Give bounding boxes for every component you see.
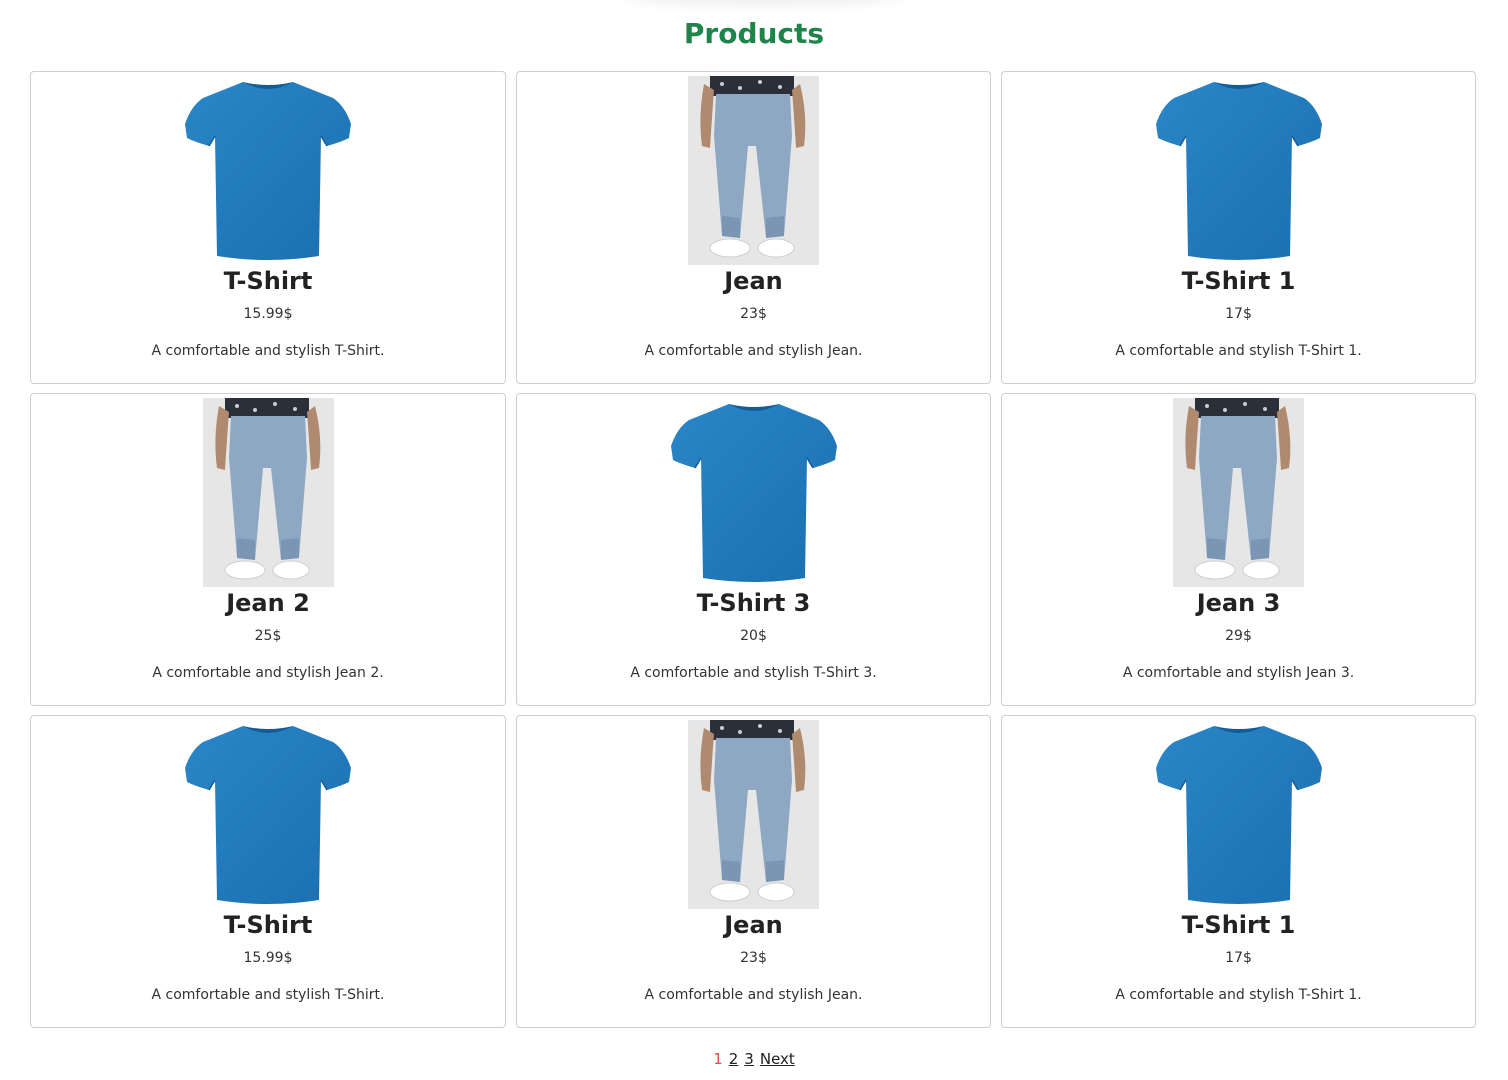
product-price: 15.99$ xyxy=(243,950,293,966)
product-name[interactable]: T-Shirt 1 xyxy=(1002,265,1475,297)
product-image[interactable] xyxy=(517,76,990,265)
product-image[interactable] xyxy=(517,720,990,909)
product-name[interactable]: Jean 3 xyxy=(1002,587,1475,619)
product-card[interactable]: T-Shirt 1 17$ A comfortable and stylish T-… xyxy=(1001,715,1476,1028)
product-description: A comfortable and stylish T-Shirt. xyxy=(151,343,385,359)
product-image[interactable] xyxy=(31,398,505,587)
product-description: A comfortable and stylish T-Shirt 1. xyxy=(1115,987,1362,1003)
product-image[interactable] xyxy=(31,720,505,909)
product-grid: T-Shirt 15.99$ A comfortable and stylish T… xyxy=(30,71,1476,1028)
product-card[interactable]: T-Shirt 3 20$ A comfortable and stylish T-… xyxy=(516,393,991,706)
jean-image xyxy=(1173,398,1304,587)
jean-image xyxy=(202,398,334,587)
product-card[interactable]: T-Shirt 1 17$ A comfortable and stylish T-… xyxy=(1001,71,1476,384)
next-page-link[interactable]: Next xyxy=(760,1049,795,1069)
product-image[interactable] xyxy=(1002,398,1475,587)
product-name[interactable]: T-Shirt 1 xyxy=(1002,909,1475,941)
product-name[interactable]: T-Shirt 3 xyxy=(517,587,990,619)
product-image[interactable] xyxy=(517,398,990,587)
product-description: A comfortable and stylish Jean 2. xyxy=(152,665,384,681)
tshirt-image xyxy=(185,82,351,260)
page-link-2[interactable]: 2 xyxy=(729,1049,739,1069)
product-name[interactable]: Jean xyxy=(517,909,990,941)
page-link-3[interactable]: 3 xyxy=(744,1049,754,1069)
page-title: Products xyxy=(683,17,825,50)
product-price: 15.99$ xyxy=(243,306,293,322)
product-description: A comfortable and stylish Jean 3. xyxy=(1122,665,1355,681)
product-name[interactable]: Jean xyxy=(517,265,990,297)
product-name[interactable]: T-Shirt xyxy=(31,909,505,941)
product-description: A comfortable and stylish T-Shirt 3. xyxy=(630,665,877,681)
page-link-1[interactable]: 1 xyxy=(713,1049,723,1069)
product-price: 25$ xyxy=(254,628,282,644)
product-image[interactable] xyxy=(1002,76,1475,265)
product-card[interactable]: T-Shirt 15.99$ A comfortable and stylish T… xyxy=(30,71,506,384)
product-card[interactable]: Jean 23$ A comfortable and stylish Jean. xyxy=(516,71,991,384)
product-card[interactable]: T-Shirt 15.99$ A comfortable and stylish T… xyxy=(30,715,506,1028)
tshirt-image xyxy=(1155,726,1322,904)
tshirt-image xyxy=(670,404,837,582)
product-description: A comfortable and stylish Jean. xyxy=(644,343,863,359)
product-card[interactable]: Jean 3 29$ A comfortable and stylish Jean … xyxy=(1001,393,1476,706)
product-price: 17$ xyxy=(1225,306,1252,322)
product-image[interactable] xyxy=(31,76,505,265)
product-description: A comfortable and stylish Jean. xyxy=(644,987,863,1003)
product-description: A comfortable and stylish T-Shirt. xyxy=(151,987,385,1003)
jean-image xyxy=(688,76,819,265)
product-price: 23$ xyxy=(740,950,767,966)
product-price: 17$ xyxy=(1225,950,1252,966)
tshirt-image xyxy=(1155,82,1322,260)
product-price: 23$ xyxy=(740,306,767,322)
pagination: 1 2 3 Next xyxy=(0,1049,1508,1069)
product-price: 29$ xyxy=(1225,628,1252,644)
jean-image xyxy=(688,720,819,909)
product-description: A comfortable and stylish T-Shirt 1. xyxy=(1115,343,1362,359)
product-name[interactable]: Jean 2 xyxy=(31,587,505,619)
product-name[interactable]: T-Shirt xyxy=(31,265,505,297)
tshirt-image xyxy=(185,726,351,904)
product-card[interactable]: Jean 23$ A comfortable and stylish Jean. xyxy=(516,715,991,1028)
product-price: 20$ xyxy=(740,628,767,644)
product-card[interactable]: Jean 2 25$ A comfortable and stylish Jean … xyxy=(30,393,506,706)
product-image[interactable] xyxy=(1002,720,1475,909)
